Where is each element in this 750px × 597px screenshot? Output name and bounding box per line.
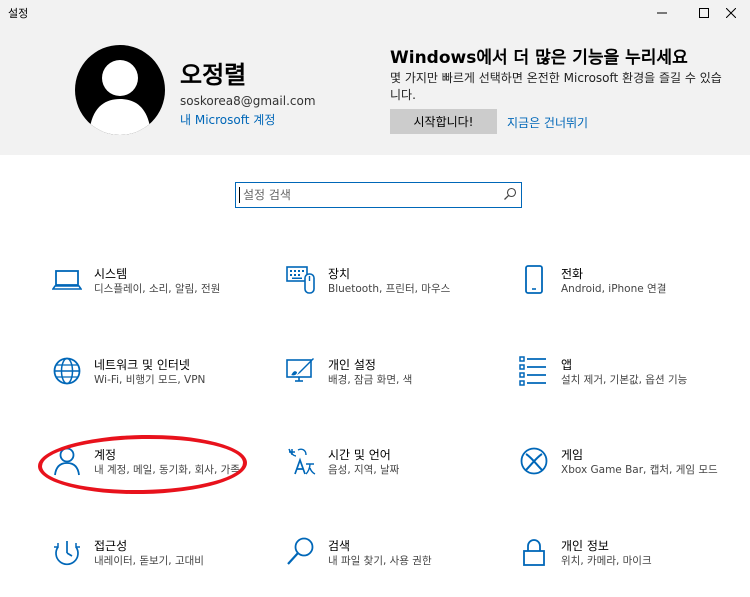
settings-search-input[interactable] <box>239 184 502 206</box>
time-language-icon <box>284 446 318 480</box>
tile-title: 네트워크 및 인터넷 <box>94 358 190 372</box>
tile-description: 음성, 지역, 날짜 <box>328 464 400 476</box>
tile-devices[interactable]: 장치 Bluetooth, 프린터, 마우스 <box>284 265 484 325</box>
minimize-icon <box>657 12 667 13</box>
accessibility-icon <box>50 537 84 571</box>
skip-for-now-link[interactable]: 지금은 건너뛰기 <box>507 114 588 131</box>
settings-search-box[interactable] <box>235 182 522 208</box>
text-caret <box>239 187 240 203</box>
tile-description: Bluetooth, 프린터, 마우스 <box>328 283 451 295</box>
tile-gaming[interactable]: 게임 Xbox Game Bar, 캡처, 게임 모드 <box>517 446 718 506</box>
tile-title: 시간 및 언어 <box>328 448 391 462</box>
microsoft-account-link[interactable]: 내 Microsoft 계정 <box>180 111 275 128</box>
tile-description: 내 파일 찾기, 사용 권한 <box>328 555 432 567</box>
tile-title: 시스템 <box>94 267 128 281</box>
tile-description: Xbox Game Bar, 캡처, 게임 모드 <box>561 464 718 476</box>
person-icon <box>50 446 84 480</box>
promo-description: 몇 가지만 빠르게 선택하면 온전한 Microsoft 환경을 즐길 수 있습… <box>390 71 722 102</box>
tile-title: 게임 <box>561 448 584 462</box>
tile-accessibility[interactable]: 접근성 내레이터, 돋보기, 고대비 <box>50 537 250 597</box>
tile-privacy[interactable]: 개인 정보 위치, 카메라, 마이크 <box>517 537 717 597</box>
laptop-icon <box>50 265 84 299</box>
account-header: 오정렬 soskorea8@gmail.com 내 Microsoft 계정 W… <box>0 25 750 155</box>
get-started-button[interactable]: 시작합니다! <box>390 109 497 134</box>
tile-description: Android, iPhone 연결 <box>561 283 667 295</box>
tile-network-internet[interactable]: 네트워크 및 인터넷 Wi-Fi, 비행기 모드, VPN <box>50 356 250 416</box>
tile-description: 내 계정, 메일, 동기화, 회사, 가족 <box>94 464 240 476</box>
phone-icon <box>517 265 551 299</box>
tile-description: 배경, 잠금 화면, 색 <box>328 374 413 386</box>
tile-title: 계정 <box>94 448 117 462</box>
tile-title: 접근성 <box>94 539 128 553</box>
tile-accounts[interactable]: 계정 내 계정, 메일, 동기화, 회사, 가족 <box>50 446 250 506</box>
tile-apps[interactable]: 앱 설치 제거, 기본값, 옵션 기능 <box>517 356 717 416</box>
tile-title: 검색 <box>328 539 351 553</box>
search-icon <box>284 537 318 571</box>
globe-icon <box>50 356 84 390</box>
tile-phone[interactable]: 전화 Android, iPhone 연결 <box>517 265 717 325</box>
tile-description: Wi-Fi, 비행기 모드, VPN <box>94 374 206 386</box>
xbox-icon <box>517 446 551 480</box>
tile-description: 디스플레이, 소리, 알림, 전원 <box>94 283 221 295</box>
paint-icon <box>284 356 318 390</box>
tile-title: 개인 설정 <box>328 358 376 372</box>
maximize-icon <box>699 7 709 18</box>
avatar[interactable] <box>75 45 165 135</box>
lock-icon <box>517 537 551 571</box>
user-name: 오정렬 <box>180 61 247 89</box>
tile-description: 내레이터, 돋보기, 고대비 <box>94 555 204 567</box>
tile-time-language[interactable]: 시간 및 언어 음성, 지역, 날짜 <box>284 446 484 506</box>
tile-title: 개인 정보 <box>561 539 609 553</box>
user-email: soskorea8@gmail.com <box>180 94 316 108</box>
window-title: 설정 <box>8 7 29 20</box>
title-bar: 설정 <box>0 0 750 25</box>
promo-title: Windows에서 더 많은 기능을 누리세요 <box>390 48 688 68</box>
keyboard-icon <box>284 265 318 299</box>
user-silhouette-icon <box>89 60 151 135</box>
search-icon[interactable] <box>503 187 517 201</box>
close-icon <box>726 7 736 18</box>
tile-title: 앱 <box>561 358 573 372</box>
close-button[interactable] <box>712 0 750 25</box>
tile-search[interactable]: 검색 내 파일 찾기, 사용 권한 <box>284 537 484 597</box>
minimize-button[interactable] <box>643 0 681 25</box>
tile-title: 전화 <box>561 267 584 281</box>
tile-system[interactable]: 시스템 디스플레이, 소리, 알림, 전원 <box>50 265 250 325</box>
tile-description: 위치, 카메라, 마이크 <box>561 555 652 567</box>
tile-personalization[interactable]: 개인 설정 배경, 잠금 화면, 색 <box>284 356 484 416</box>
apps-list-icon <box>517 356 551 390</box>
tile-description: 설치 제거, 기본값, 옵션 기능 <box>561 374 688 386</box>
tile-title: 장치 <box>328 267 351 281</box>
